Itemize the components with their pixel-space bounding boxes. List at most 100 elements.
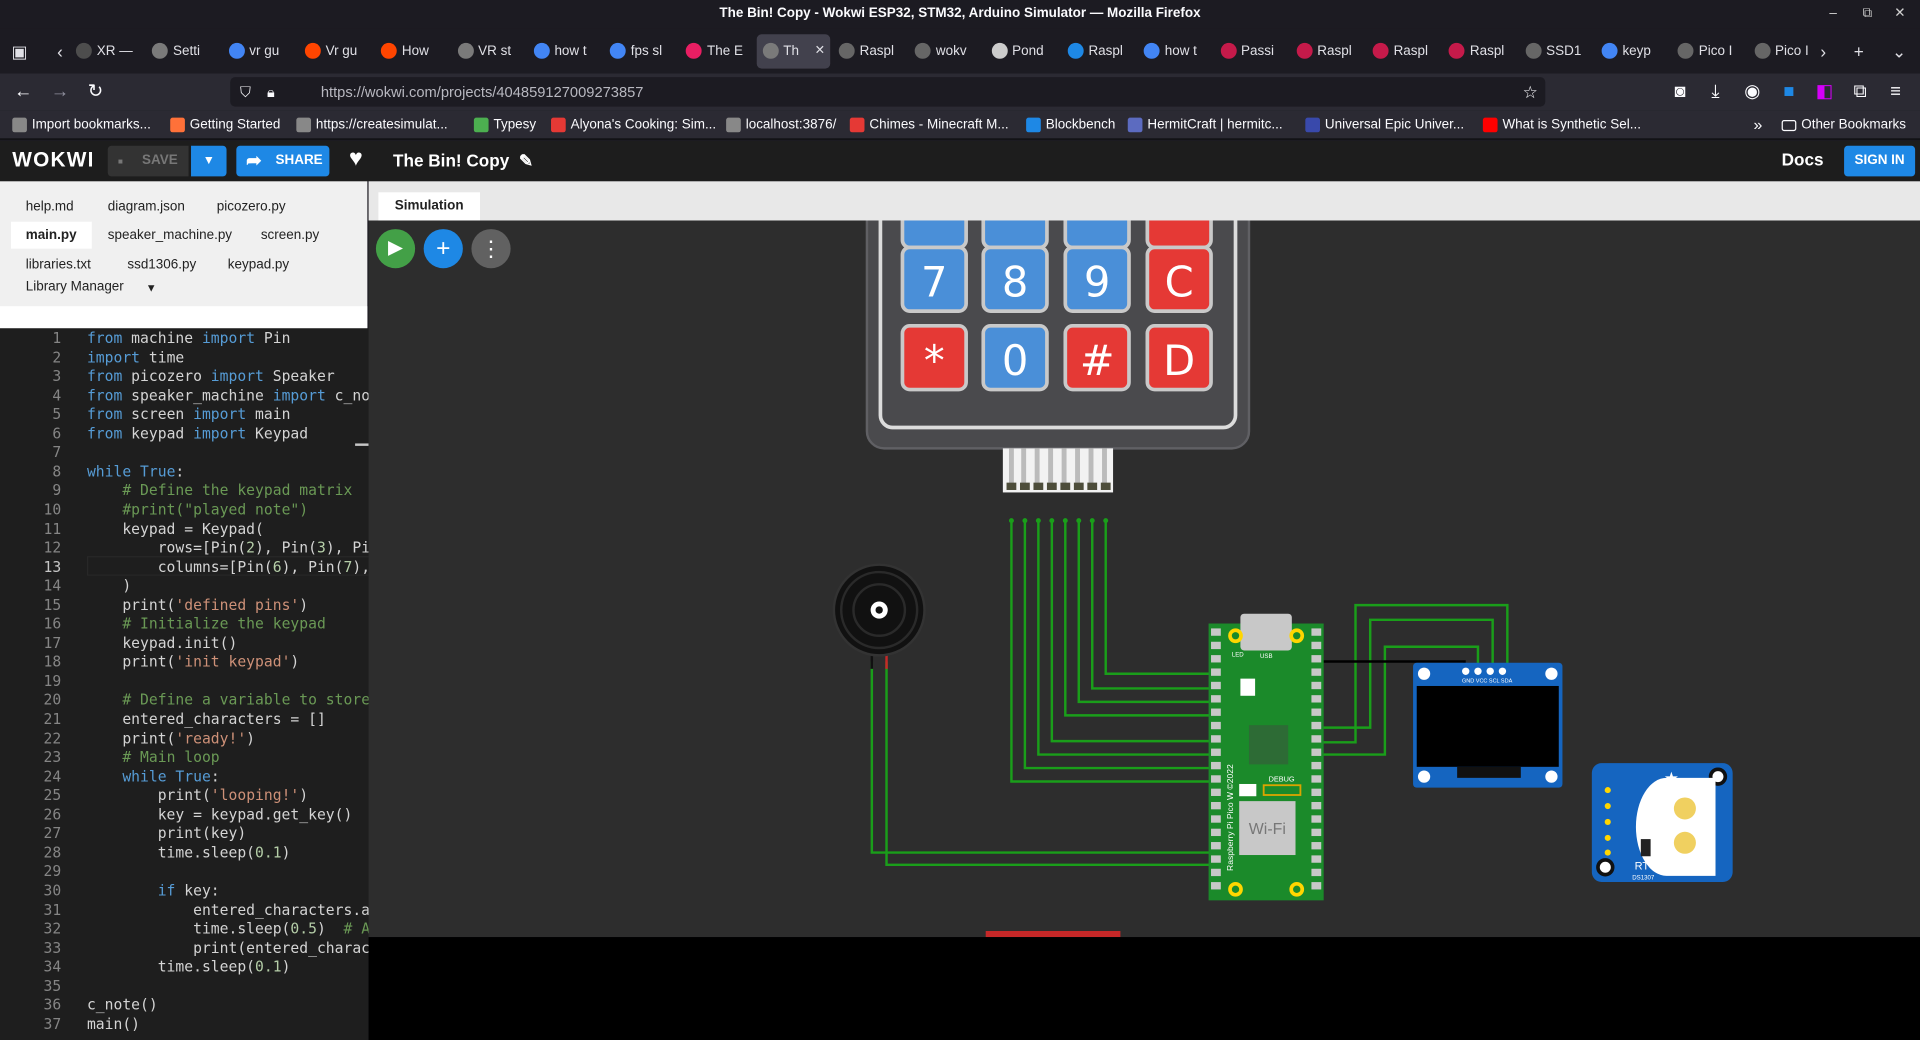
code-line[interactable]: 28 time.sleep(0.1) <box>0 844 369 863</box>
pico-pin[interactable] <box>1311 628 1322 636</box>
pico-pin[interactable] <box>1211 721 1221 730</box>
pico-pin[interactable] <box>1311 668 1322 676</box>
pico-pin[interactable] <box>1311 721 1322 730</box>
code-text[interactable]: time.sleep(0.5) # Ad <box>87 920 368 939</box>
keypad-key[interactable] <box>1063 220 1131 250</box>
tab-simulation[interactable]: Simulation <box>378 192 481 221</box>
code-text[interactable]: while True: <box>87 463 184 482</box>
code-text[interactable]: columns=[Pin(6), Pin(7), P <box>87 558 369 577</box>
pico-pin[interactable] <box>1211 735 1221 743</box>
bookmark-item[interactable]: Getting Started <box>170 110 280 139</box>
code-line[interactable]: 6 from keypad import Keypad <box>0 425 369 444</box>
bookmark-label[interactable]: Chimes - Minecraft M... <box>869 118 1008 133</box>
pico-pin[interactable] <box>1211 628 1221 636</box>
pico-pin[interactable] <box>1211 695 1221 703</box>
browser-tab[interactable]: How <box>375 34 448 68</box>
code-text[interactable]: ) <box>87 577 131 596</box>
code-text[interactable]: print('defined pins') <box>87 596 308 615</box>
code-line[interactable]: 9 # Define the keypad matrix <box>0 482 369 501</box>
pico-pin[interactable] <box>1311 815 1322 823</box>
code-line[interactable]: 14 ) <box>0 577 369 596</box>
code-line[interactable]: 12 rows=[Pin(2), Pin(3), Pin <box>0 539 369 558</box>
pico-pin[interactable] <box>1311 708 1322 716</box>
pico-pin[interactable] <box>1311 695 1322 703</box>
file-tab-libraries-txt[interactable]: libraries.txt <box>11 251 106 278</box>
pico-pin[interactable] <box>1211 855 1221 863</box>
code-line[interactable]: 27 print(key) <box>0 825 369 844</box>
scrollbar-indicator[interactable] <box>355 443 369 446</box>
pico-pin[interactable] <box>1311 761 1322 770</box>
file-tab-help-md[interactable]: help.md <box>11 194 88 221</box>
bookmark-item[interactable]: Chimes - Minecraft M... <box>849 110 1009 139</box>
browser-tab[interactable]: Pico I <box>1672 34 1745 68</box>
bookmark-label[interactable]: Universal Epic Univer... <box>1325 118 1464 133</box>
pico-pin[interactable] <box>1311 855 1322 863</box>
pico-pin[interactable] <box>1311 775 1322 783</box>
pico-pin[interactable] <box>1211 708 1221 716</box>
firefox-view-icon[interactable]: ▣ <box>6 34 33 68</box>
browser-tab[interactable]: keyp <box>1596 34 1669 68</box>
more-options-button[interactable]: ⋮ <box>471 229 511 269</box>
code-text[interactable]: # Define a variable to store t <box>87 691 368 710</box>
library-manager-tab[interactable]: Library Manager <box>26 279 124 294</box>
ssd1306-oled[interactable]: GND VCC SCL SDA <box>1413 662 1563 788</box>
bookmarks-overflow-icon[interactable]: » <box>1753 110 1762 139</box>
browser-tab[interactable]: VR st <box>451 34 524 68</box>
code-line[interactable]: 3 from picozero import Speaker <box>0 368 369 387</box>
keypad-key[interactable]: 8 <box>981 245 1049 313</box>
code-text[interactable]: print(entered_charact[ <box>87 939 368 958</box>
bookmark-label[interactable]: Typesy <box>493 118 536 133</box>
bookmark-item[interactable]: Import bookmarks... <box>12 110 151 139</box>
pico-pin[interactable] <box>1311 788 1322 796</box>
pico-pin[interactable] <box>1211 801 1221 810</box>
new-tab-icon[interactable]: + <box>1845 34 1872 68</box>
file-tab-ssd1306-py[interactable]: ssd1306.py <box>113 251 211 278</box>
caret-down-icon[interactable]: ▼ <box>146 282 157 294</box>
browser-tab[interactable]: Raspl <box>1290 34 1363 68</box>
pico-pin[interactable] <box>1211 842 1221 850</box>
browser-tab[interactable]: Th ✕ <box>756 34 830 69</box>
heart-icon[interactable]: ♥ <box>349 146 363 173</box>
pico-pin[interactable] <box>1211 681 1221 690</box>
code-text[interactable]: #print("played note") <box>87 501 308 520</box>
bookmark-label[interactable]: What is Synthetic Sel... <box>1502 118 1641 133</box>
code-text[interactable]: print('looping!') <box>87 787 308 806</box>
share-button[interactable]: ➦ SHARE <box>236 145 330 177</box>
back-icon[interactable]: ← <box>10 78 37 105</box>
code-line[interactable]: 36 c_note() <box>0 996 369 1015</box>
code-text[interactable]: print('ready!') <box>87 730 255 749</box>
bookmark-item[interactable]: Typesy <box>473 110 536 139</box>
file-tab-speaker-machine-py[interactable]: speaker_machine.py <box>93 222 247 249</box>
code-line[interactable]: 23 # Main loop <box>0 749 369 768</box>
keypad-key[interactable]: C <box>1145 245 1213 313</box>
pencil-icon[interactable]: ✎ <box>519 151 533 171</box>
browser-tab[interactable]: Raspl <box>1061 34 1134 68</box>
browser-tab[interactable]: Raspl <box>1443 34 1516 68</box>
pico-pin[interactable] <box>1311 748 1322 756</box>
code-line[interactable]: 1 from machine import Pin <box>0 330 369 349</box>
code-text[interactable]: main() <box>87 1015 140 1034</box>
code-text[interactable]: rows=[Pin(2), Pin(3), Pin <box>87 539 369 558</box>
code-text[interactable]: time.sleep(0.1) <box>87 844 291 863</box>
code-line[interactable]: 13 columns=[Pin(6), Pin(7), P <box>0 558 369 577</box>
close-window-icon[interactable]: ✕ <box>1894 0 1905 28</box>
code-line[interactable]: 11 keypad = Keypad( <box>0 520 369 539</box>
forward-icon[interactable]: → <box>47 78 74 105</box>
code-text[interactable]: entered_characters = [] <box>87 710 325 729</box>
code-line[interactable]: 7 <box>0 444 369 463</box>
bookmark-label[interactable]: Getting Started <box>190 118 281 133</box>
bookmark-label[interactable]: Blockbench <box>1046 118 1116 133</box>
code-line[interactable]: 35 <box>0 977 369 996</box>
code-line[interactable]: 15 print('defined pins') <box>0 596 369 615</box>
code-line[interactable]: 26 key = keypad.get_key() <box>0 806 369 825</box>
pico-pin[interactable] <box>1311 882 1322 890</box>
wokwi-logo[interactable]: WOKWI <box>12 148 94 172</box>
code-text[interactable]: # Initialize the keypad <box>87 615 325 634</box>
lock-icon[interactable]: 🔒︎ <box>267 77 275 106</box>
code-text[interactable]: # Main loop <box>87 749 219 768</box>
code-text[interactable]: from machine import Pin <box>87 330 291 349</box>
code-text[interactable]: from picozero import Speaker <box>87 368 335 387</box>
downloads-icon[interactable]: ⤓ <box>1702 78 1729 105</box>
pico-pin[interactable] <box>1311 735 1322 743</box>
browser-tab[interactable]: Passi <box>1214 34 1287 68</box>
